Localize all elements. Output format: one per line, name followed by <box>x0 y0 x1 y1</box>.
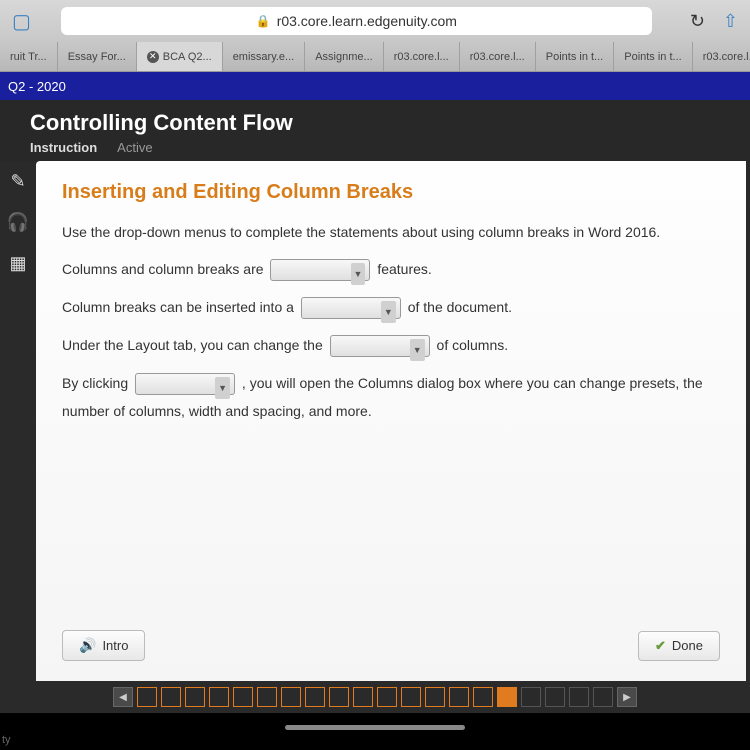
check-icon: ✔ <box>655 638 666 654</box>
statement-1: Columns and column breaks are features. <box>62 255 720 283</box>
lock-icon: 🔒 <box>256 14 271 28</box>
progress-step[interactable] <box>209 687 229 707</box>
tabs-bar: ruit Tr... Essay For... ✕ BCA Q2... emis… <box>0 42 750 72</box>
next-arrow-icon[interactable]: ▶ <box>617 687 637 707</box>
lesson-tab-instruction[interactable]: Instruction <box>30 140 97 155</box>
browser-tab[interactable]: Points in t... <box>614 42 692 71</box>
progress-step[interactable] <box>257 687 277 707</box>
browser-tab[interactable]: Essay For... <box>58 42 137 71</box>
speaker-icon: 🔊 <box>79 637 96 654</box>
content-panel: Inserting and Editing Column Breaks Use … <box>36 161 746 681</box>
browser-tab[interactable]: Points in t... <box>536 42 614 71</box>
content-heading: Inserting and Editing Column Breaks <box>62 181 720 204</box>
statement-4: By clicking , you will open the Columns … <box>62 369 720 425</box>
url-text: r03.core.learn.edgenuity.com <box>277 13 457 29</box>
banner-text: Q2 - 2020 <box>8 79 66 94</box>
progress-step[interactable] <box>473 687 493 707</box>
progress-step-future[interactable] <box>521 687 541 707</box>
progress-step-future[interactable] <box>545 687 565 707</box>
progress-step-current[interactable] <box>497 687 517 707</box>
share-icon[interactable]: ⇧ <box>723 11 738 32</box>
dropdown-1[interactable] <box>270 259 370 281</box>
course-banner: Q2 - 2020 <box>0 72 750 100</box>
address-bar[interactable]: 🔒 r03.core.learn.edgenuity.com <box>61 7 652 35</box>
progress-step[interactable] <box>377 687 397 707</box>
dropdown-2[interactable] <box>301 297 401 319</box>
progress-step[interactable] <box>161 687 181 707</box>
progress-step[interactable] <box>449 687 469 707</box>
action-buttons: 🔊 Intro ✔ Done <box>62 610 720 661</box>
progress-step[interactable] <box>353 687 373 707</box>
browser-tab[interactable]: r03.core.l... <box>460 42 536 71</box>
dropdown-3[interactable] <box>330 335 430 357</box>
instruction-text: Use the drop-down menus to complete the … <box>62 222 720 243</box>
browser-tab[interactable]: r03.core.l... <box>384 42 460 71</box>
corner-label: ty <box>2 734 11 746</box>
progress-step[interactable] <box>329 687 349 707</box>
progress-step[interactable] <box>233 687 253 707</box>
done-button[interactable]: ✔ Done <box>638 631 720 661</box>
refresh-icon[interactable]: ↻ <box>682 11 713 32</box>
lesson-title: Controlling Content Flow <box>30 110 730 136</box>
progress-step[interactable] <box>281 687 301 707</box>
progress-step-future[interactable] <box>569 687 589 707</box>
progress-step-future[interactable] <box>593 687 613 707</box>
dropdown-4[interactable] <box>135 373 235 395</box>
browser-toolbar: ▢ 🔒 r03.core.learn.edgenuity.com ↻ ⇧ <box>0 0 750 42</box>
progress-step[interactable] <box>185 687 205 707</box>
progress-step[interactable] <box>425 687 445 707</box>
side-toolbar: ✎ 🎧 ▦ <box>0 161 36 681</box>
bookmarks-icon[interactable]: ▢ <box>12 9 31 34</box>
progress-step[interactable] <box>137 687 157 707</box>
pencil-icon[interactable]: ✎ <box>10 171 25 192</box>
progress-step[interactable] <box>305 687 325 707</box>
main-content-area: ✎ 🎧 ▦ Inserting and Editing Column Break… <box>0 161 750 681</box>
lesson-tabs: Instruction Active <box>30 140 730 155</box>
statement-2: Column breaks can be inserted into a of … <box>62 293 720 321</box>
intro-button[interactable]: 🔊 Intro <box>62 630 145 661</box>
statement-3: Under the Layout tab, you can change the… <box>62 331 720 359</box>
browser-tab[interactable]: Assignme... <box>305 42 383 71</box>
headphones-icon[interactable]: 🎧 <box>7 212 29 233</box>
progress-nav: ◀ ▶ <box>0 681 750 713</box>
lesson-tab-active: Active <box>117 140 152 155</box>
browser-tab[interactable]: emissary.e... <box>223 42 306 71</box>
browser-tab[interactable]: r03.core.l... <box>693 42 750 71</box>
lesson-header: Controlling Content Flow Instruction Act… <box>0 100 750 161</box>
browser-tab[interactable]: ruit Tr... <box>0 42 58 71</box>
close-icon[interactable]: ✕ <box>147 51 159 63</box>
prev-arrow-icon[interactable]: ◀ <box>113 687 133 707</box>
browser-tab-active[interactable]: ✕ BCA Q2... <box>137 42 223 71</box>
progress-step[interactable] <box>401 687 421 707</box>
calculator-icon[interactable]: ▦ <box>9 253 26 274</box>
home-indicator[interactable] <box>285 725 465 730</box>
